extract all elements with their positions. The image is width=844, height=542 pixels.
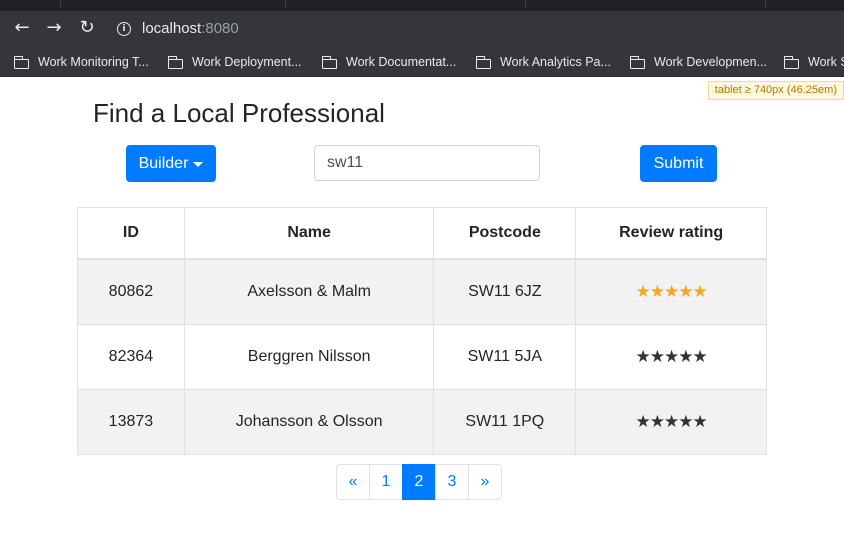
cell-postcode: SW11 1PQ xyxy=(433,389,577,455)
url-host: localhost xyxy=(142,20,202,37)
breakpoint-badge: tablet ≥ 740px (46.25em) xyxy=(707,81,844,100)
cell-rating: ★★★★★ xyxy=(575,324,767,390)
bookmark-label: Work S xyxy=(808,55,844,69)
address-bar[interactable]: i localhost:8080 xyxy=(110,15,830,43)
column-header-name: Name xyxy=(183,207,435,260)
page-title: Find a Local Professional xyxy=(93,98,385,128)
browser-tab-strip xyxy=(0,0,844,11)
cell-name: Axelsson & Malm xyxy=(183,258,435,325)
bookmarks-bar: Work Monitoring T... Work Deployment... … xyxy=(0,46,844,77)
caret-down-icon xyxy=(193,161,204,167)
table-row: 82364 Berggren Nilsson SW11 5JA ★★★★★ xyxy=(77,324,767,390)
cell-rating: ★★★★★ xyxy=(575,389,767,455)
bookmark-folder[interactable]: Work Developmen... xyxy=(630,53,767,71)
cell-name: Berggren Nilsson xyxy=(183,324,435,390)
postcode-search-input[interactable] xyxy=(314,145,540,181)
folder-icon xyxy=(630,56,646,69)
bookmark-folder[interactable]: Work Monitoring T... xyxy=(14,53,149,71)
cell-postcode: SW11 6JZ xyxy=(433,258,577,325)
bookmark-label: Work Monitoring T... xyxy=(38,55,149,69)
star-rating-icon: ★★★★★ xyxy=(635,282,708,302)
profession-dropdown-button[interactable]: Builder xyxy=(126,145,216,182)
tab-separator xyxy=(765,0,766,8)
tab-separator xyxy=(525,0,526,8)
cell-postcode: SW11 5JA xyxy=(433,324,577,390)
cell-rating: ★★★★★ xyxy=(575,258,767,325)
pagination-page-1[interactable]: 1 xyxy=(369,464,403,500)
table-header-row: ID Name Postcode Review rating xyxy=(77,207,767,260)
pagination-page-3[interactable]: 3 xyxy=(435,464,469,500)
bookmark-label: Work Deployment... xyxy=(192,55,302,69)
star-rating-icon: ★★★★★ xyxy=(635,347,708,367)
column-header-id: ID xyxy=(77,207,185,260)
forward-arrow-icon[interactable]: → xyxy=(43,17,65,39)
pagination-page-2[interactable]: 2 xyxy=(402,464,436,500)
bookmark-label: Work Analytics Pa... xyxy=(500,55,611,69)
bookmark-label: Work Documentat... xyxy=(346,55,457,69)
folder-icon xyxy=(168,56,184,69)
back-arrow-icon[interactable]: ← xyxy=(11,17,33,39)
cell-id: 82364 xyxy=(77,324,185,390)
bookmark-folder[interactable]: Work Deployment... xyxy=(168,53,302,71)
folder-icon xyxy=(784,56,800,69)
pagination: « 1 2 3 » xyxy=(336,464,502,500)
page-content: tablet ≥ 740px (46.25em) Find a Local Pr… xyxy=(0,77,844,542)
folder-icon xyxy=(476,56,492,69)
column-header-postcode: Postcode xyxy=(433,207,577,260)
star-rating-icon: ★★★★★ xyxy=(635,412,708,432)
bookmark-folder[interactable]: Work S xyxy=(784,53,844,71)
table-row: 80862 Axelsson & Malm SW11 6JZ ★★★★★ xyxy=(77,258,767,325)
table-row: 13873 Johansson & Olsson SW11 1PQ ★★★★★ xyxy=(77,389,767,455)
info-icon[interactable]: i xyxy=(117,22,131,36)
cell-id: 13873 xyxy=(77,389,185,455)
folder-icon xyxy=(322,56,338,69)
pagination-next[interactable]: » xyxy=(468,464,502,500)
cell-name: Johansson & Olsson xyxy=(183,389,435,455)
tab-separator xyxy=(60,0,61,8)
folder-icon xyxy=(14,56,30,69)
tab-separator xyxy=(285,0,286,8)
submit-button[interactable]: Submit xyxy=(640,145,717,182)
column-header-rating: Review rating xyxy=(575,207,767,260)
profession-dropdown-label: Builder xyxy=(138,154,189,172)
bookmark-folder[interactable]: Work Documentat... xyxy=(322,53,456,71)
url-text[interactable]: localhost:8080 xyxy=(142,20,239,37)
url-port: :8080 xyxy=(201,20,239,37)
cell-id: 80862 xyxy=(77,258,185,325)
bookmark-label: Work Developmen... xyxy=(654,55,768,69)
pagination-prev[interactable]: « xyxy=(336,464,370,500)
reload-icon[interactable]: ↻ xyxy=(76,17,98,39)
results-table: ID Name Postcode Review rating 80862 Axe… xyxy=(77,207,767,455)
bookmark-folder[interactable]: Work Analytics Pa... xyxy=(476,53,611,71)
browser-toolbar: ← → ↻ i localhost:8080 xyxy=(0,11,844,46)
